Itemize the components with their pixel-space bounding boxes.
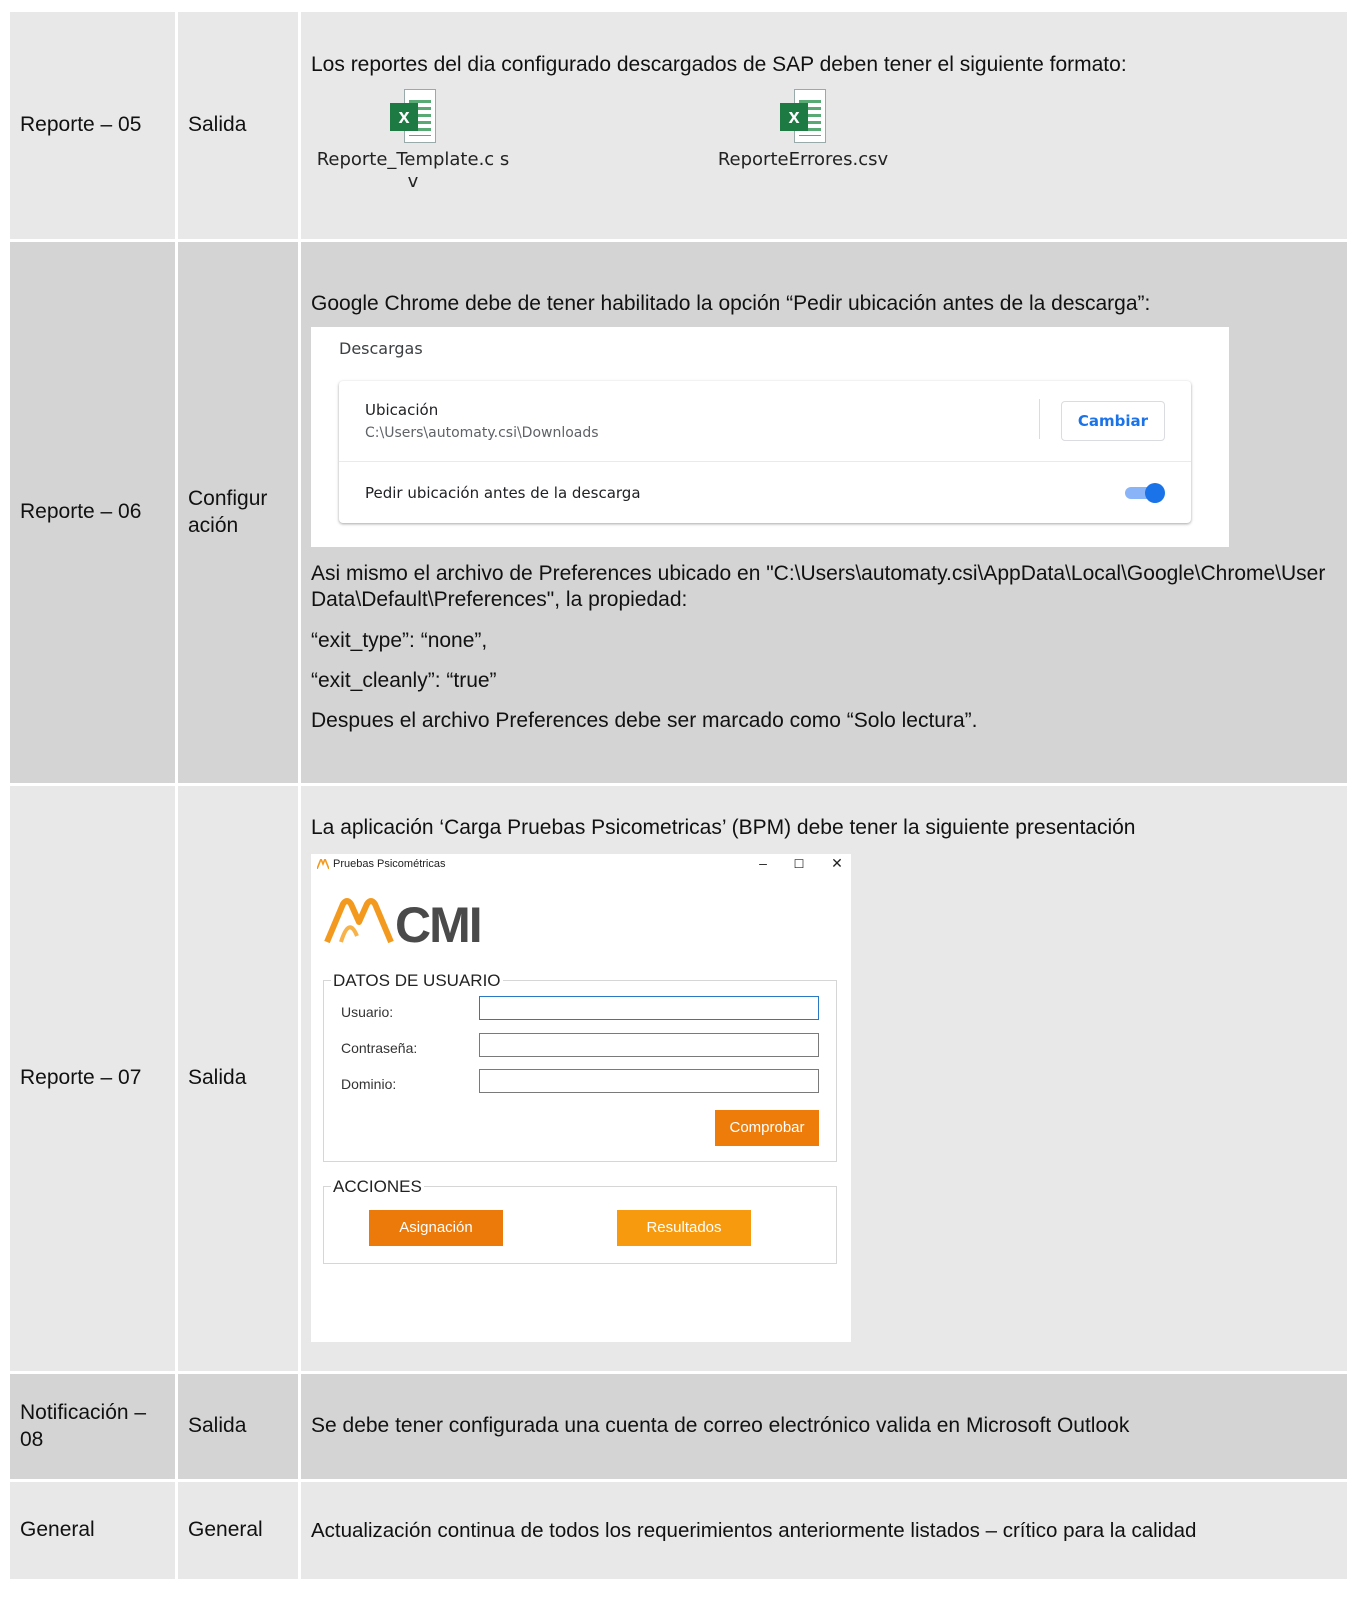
ask-location-label: Pedir ubicación antes de la descarga: [365, 484, 641, 502]
domain-label: Dominio:: [341, 1075, 397, 1092]
description-text: Google Chrome debe de tener habilitado l…: [311, 291, 1151, 315]
downloads-card: Ubicación C:\Users\automaty.csi\Download…: [339, 381, 1191, 523]
requirement-type: Salida: [178, 1374, 301, 1482]
requirement-description: Google Chrome debe de tener habilitado l…: [301, 242, 1347, 786]
requirement-description: Los reportes del dia configurado descarg…: [301, 12, 1347, 242]
requirement-description: Se debe tener configurada una cuenta de …: [301, 1374, 1347, 1482]
cmi-logo: CMI: [323, 896, 483, 953]
description-text: Los reportes del dia configurado descarg…: [311, 53, 1127, 77]
requirement-description: Actualización continua de todos los requ…: [301, 1482, 1347, 1582]
divider: [1039, 399, 1040, 439]
divider: [339, 461, 1191, 462]
property-exit-type: “exit_type”: “none”,: [311, 628, 488, 652]
table-row: General General Actualización continua d…: [10, 1482, 1347, 1582]
password-label: Contraseña:: [341, 1039, 418, 1056]
requirement-type: General: [178, 1482, 301, 1582]
minimize-button[interactable]: –: [753, 855, 773, 873]
requirement-description: La aplicación ‘Carga Pruebas Psicometric…: [301, 786, 1347, 1374]
maximize-button[interactable]: ☐: [789, 857, 809, 872]
requirements-document: Reporte – 05 Salida Los reportes del dia…: [10, 12, 1347, 1582]
table-row: Reporte – 05 Salida Los reportes del dia…: [10, 12, 1347, 242]
attachment-name: ReporteErrores.csv: [717, 148, 889, 170]
requirement-type: Salida: [178, 12, 301, 242]
close-button[interactable]: ✕: [827, 855, 847, 873]
attachment-name: Reporte_Template.c sv: [316, 148, 510, 193]
location-path: C:\Users\automaty.csi\Downloads: [365, 425, 599, 441]
change-location-button[interactable]: Cambiar: [1061, 401, 1165, 441]
requirement-id: General: [10, 1482, 178, 1582]
requirement-type: Salida: [178, 786, 301, 1374]
readonly-paragraph: Despues el archivo Preferences debe ser …: [311, 709, 978, 732]
requirement-id: Reporte – 07: [10, 786, 178, 1374]
attachment-reporte-errores[interactable]: x ReporteErrores.csv: [703, 88, 903, 199]
table-row: Reporte – 06 Configur ación Google Chrom…: [10, 242, 1347, 786]
property-exit-cleanly: “exit_cleanly”: “true”: [311, 668, 497, 692]
requirement-type: Configur ación: [178, 242, 301, 786]
user-data-legend: DATOS DE USUARIO: [331, 969, 503, 991]
assign-button[interactable]: Asignación: [369, 1209, 503, 1246]
domain-input[interactable]: [479, 1068, 819, 1093]
table-row: Notificación – 08 Salida Se debe tener c…: [10, 1374, 1347, 1482]
excel-file-icon: x: [390, 88, 436, 143]
description-text: La aplicación ‘Carga Pruebas Psicometric…: [311, 816, 1136, 840]
attachments: x Reporte_Template.c sv x ReporteErrores…: [311, 88, 1337, 199]
chrome-download-settings: Descargas Ubicación C:\Users\automaty.cs…: [311, 327, 1229, 547]
check-button[interactable]: Comprobar: [715, 1109, 819, 1146]
preferences-paragraph: Asi mismo el archivo de Preferences ubic…: [311, 562, 1326, 612]
requirement-id: Reporte – 05: [10, 12, 178, 242]
cmi-logo-mark-icon: [324, 897, 394, 943]
app-logo-icon: [317, 858, 329, 869]
window-title: Pruebas Psicométricas: [333, 857, 446, 870]
location-title: Ubicación: [365, 401, 439, 419]
results-button[interactable]: Resultados: [617, 1209, 751, 1246]
app-window: Pruebas Psicométricas – ☐ ✕ CMI DATOS DE…: [311, 853, 851, 1342]
ask-location-toggle[interactable]: [1125, 483, 1165, 503]
table-row: Reporte – 07 Salida La aplicación ‘Carga…: [10, 786, 1347, 1374]
password-input[interactable]: [479, 1032, 819, 1057]
requirements-table: Reporte – 05 Salida Los reportes del dia…: [10, 12, 1347, 1582]
requirement-id: Notificación – 08: [10, 1374, 178, 1482]
downloads-header: Descargas: [339, 339, 423, 358]
excel-file-icon: x: [780, 88, 826, 143]
actions-legend: ACCIONES: [331, 1175, 424, 1197]
user-input[interactable]: [479, 995, 819, 1020]
user-label: Usuario:: [341, 1003, 394, 1020]
attachment-reporte-template[interactable]: x Reporte_Template.c sv: [313, 88, 513, 199]
cmi-logo-text: CMI: [395, 896, 483, 953]
requirement-id: Reporte – 06: [10, 242, 178, 786]
